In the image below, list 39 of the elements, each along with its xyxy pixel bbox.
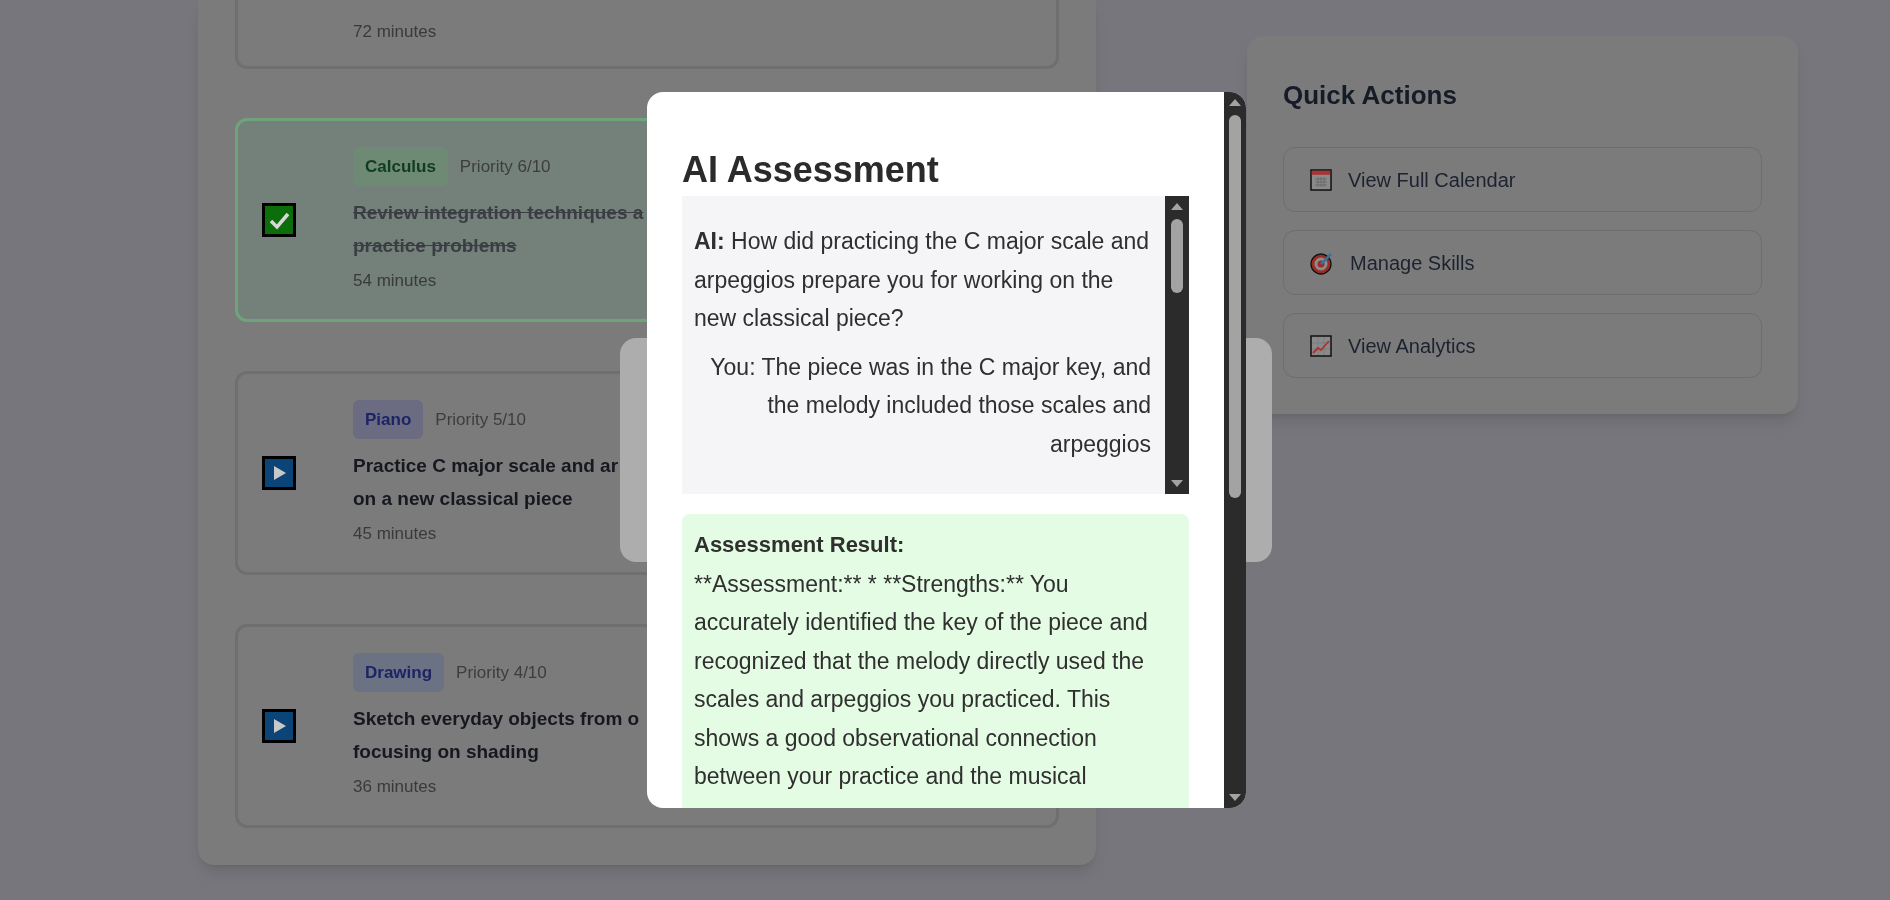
task-title: Practice C major scale and ar [353, 454, 619, 478]
modal-title: AI Assessment [682, 148, 940, 192]
scrollbar-thumb[interactable] [1171, 219, 1183, 293]
panel-title: Quick Actions [1283, 79, 1458, 112]
category-tag: Piano [353, 399, 424, 439]
task-title: practice problems [353, 234, 518, 258]
scroll-up-icon[interactable] [1228, 98, 1242, 107]
task-duration: 54 minutes [353, 270, 438, 292]
play-icon[interactable] [262, 456, 296, 490]
checked-checkbox-icon[interactable] [262, 203, 296, 237]
priority-label: Priority 4/10 [456, 661, 547, 684]
task-title: on a new classical piece [353, 487, 574, 511]
task-duration: 36 minutes [353, 776, 438, 798]
task-duration: 72 minutes [353, 20, 437, 43]
user-message: You: The piece was in the C major key, and the melody included those scales and arpeggios [709, 352, 1151, 459]
priority-label: Priority 5/10 [435, 408, 526, 431]
calendar-icon [1310, 168, 1332, 191]
task-duration: 45 minutes [353, 523, 438, 545]
play-icon[interactable] [262, 709, 296, 743]
scrollbar-thumb[interactable] [1229, 115, 1241, 498]
scroll-up-icon[interactable] [1170, 202, 1184, 211]
task-title: Review integration techniques a [353, 201, 644, 225]
quick-action-button[interactable]: View Analytics [1283, 313, 1762, 378]
ai-message: AI: How did practicing the C major scale and arpeggios prepare you for working on the new classical piece? [694, 227, 1151, 333]
scrollbar[interactable] [1224, 92, 1246, 808]
scroll-down-icon[interactable] [1228, 793, 1242, 802]
category-tag: Calculus [353, 146, 448, 186]
quick-action-button[interactable]: Manage Skills [1283, 230, 1762, 295]
quick-action-button[interactable]: View Full Calendar [1283, 147, 1762, 212]
priority-label: Priority 6/10 [459, 155, 551, 178]
scroll-down-icon[interactable] [1170, 479, 1184, 488]
scrollbar[interactable] [1165, 196, 1189, 494]
line-chart-icon [1310, 334, 1332, 357]
category-tag: Drawing [353, 652, 445, 692]
task-title: focusing on shading [353, 740, 540, 764]
result-text: **Assessment:** * **Strengths:** You accurately identified the key of the piece and recognized that the melody directly used the scales and arpeggios you practiced. This shows a good observational connection between your practice and the musical [694, 569, 1149, 791]
target-icon [1310, 250, 1334, 275]
result-title: Assessment Result: [694, 531, 906, 559]
task-title: Sketch everyday objects from o [353, 707, 640, 731]
